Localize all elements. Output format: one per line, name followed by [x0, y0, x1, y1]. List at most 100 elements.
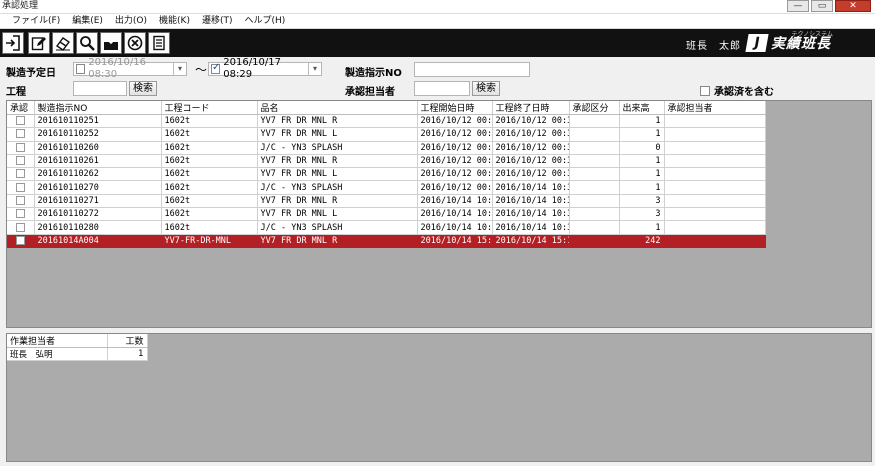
col-start-time[interactable]: 工程開始日時 — [417, 101, 493, 115]
search-button[interactable] — [76, 32, 98, 54]
cell-man-hours: 1 — [107, 347, 148, 362]
table-row[interactable]: 20161014A004 YV7-FR-DR-MNL YV7 FR DR MNL R… — [7, 234, 766, 248]
row-approve-checkbox[interactable] — [15, 156, 25, 166]
col-output[interactable]: 出来高 — [619, 101, 665, 115]
cell-start-time: 2016/10/14 10:36 — [417, 207, 493, 222]
cell-approval-type — [569, 127, 620, 142]
table-row[interactable]: 201610110262 1602t YV7 FR DR MNL L 2016/10/… — [7, 167, 766, 182]
cell-start-time: 2016/10/12 00:40 — [417, 180, 493, 195]
minimize-button[interactable]: — — [787, 0, 809, 12]
cell-order-no: 201610110280 — [34, 220, 162, 235]
date-to-checkbox[interactable] — [211, 62, 221, 74]
cell-process-code: 1602t — [161, 207, 258, 222]
cell-product-name: YV7 FR DR MNL L — [257, 207, 418, 222]
table-row[interactable]: 201610110280 1602t J/C - YN3 SPLASH 2016/10… — [7, 220, 766, 235]
cell-approve[interactable] — [7, 114, 35, 129]
cancel-button[interactable] — [124, 32, 146, 54]
cell-approve[interactable] — [7, 167, 35, 182]
maximize-button[interactable]: ▭ — [811, 0, 833, 12]
cell-approver — [664, 180, 766, 195]
exit-button[interactable] — [2, 32, 24, 54]
order-no-label: 製造指示NO — [345, 68, 402, 79]
order-no-input[interactable] — [414, 62, 530, 77]
row-approve-checkbox[interactable] — [15, 116, 25, 126]
document-button[interactable] — [148, 32, 170, 54]
cell-approve[interactable] — [7, 207, 35, 222]
include-approved-option[interactable]: 承認済を含む — [700, 83, 774, 98]
col-worker[interactable]: 作業担当者 — [7, 334, 108, 348]
cell-product-name: YV7 FR DR MNL R — [257, 154, 418, 169]
date-from-picker[interactable]: 2016/10/16 08:30 ▾ — [73, 57, 187, 80]
row-approve-checkbox[interactable] — [15, 209, 25, 219]
date-from-checkbox[interactable] — [76, 64, 86, 74]
eraser-button[interactable] — [52, 32, 74, 54]
menu-output[interactable]: 出力(O) — [109, 14, 153, 28]
approver-search-button[interactable]: 検索 — [472, 81, 500, 96]
cell-approve[interactable] — [7, 154, 35, 169]
row-approve-checkbox[interactable] — [15, 222, 25, 232]
cell-start-time: 2016/10/12 00:38 — [417, 154, 493, 169]
row-approve-checkbox[interactable] — [15, 129, 25, 139]
include-approved-checkbox[interactable] — [700, 85, 710, 96]
cell-output: 0 — [619, 141, 665, 155]
menu-help[interactable]: ヘルプ(H) — [239, 14, 292, 28]
close-window-button[interactable]: ✕ — [835, 0, 871, 12]
cell-approve[interactable] — [7, 141, 35, 155]
col-end-time[interactable]: 工程終了日時 — [492, 101, 570, 115]
cell-end-time: 2016/10/14 10:38 — [492, 194, 570, 209]
table-row[interactable]: 201610110261 1602t YV7 FR DR MNL R 2016/10/… — [7, 154, 766, 169]
col-product-name[interactable]: 品名 — [257, 101, 418, 115]
cell-approval-type — [569, 154, 620, 169]
col-approval-type[interactable]: 承認区分 — [569, 101, 620, 115]
cell-product-name: YV7 FR DR MNL R — [257, 194, 418, 209]
cell-approval-type — [569, 114, 620, 129]
col-process-code[interactable]: 工程コード — [161, 101, 258, 115]
cell-approval-type — [569, 167, 620, 182]
cell-approver — [664, 141, 766, 155]
menu-file[interactable]: ファイル(F) — [6, 14, 66, 28]
table-row[interactable]: 201610110271 1602t YV7 FR DR MNL R 2016/10/… — [7, 194, 766, 209]
process-search-button[interactable]: 検索 — [129, 81, 157, 96]
col-approver[interactable]: 承認担当者 — [664, 101, 766, 115]
row-approve-checkbox[interactable] — [15, 142, 25, 152]
cell-output: 1 — [619, 127, 665, 142]
approver-input[interactable] — [414, 81, 470, 96]
cell-process-code: 1602t — [161, 127, 258, 142]
table-row[interactable]: 201610110260 1602t J/C - YN3 SPLASH 2016/10… — [7, 141, 766, 155]
cell-approve[interactable] — [7, 127, 35, 142]
cell-approve[interactable] — [7, 194, 35, 209]
date-from-dropdown-icon[interactable]: ▾ — [173, 63, 186, 75]
cell-order-no: 201610110270 — [34, 180, 162, 195]
menu-function[interactable]: 機能(K) — [153, 14, 196, 28]
cell-product-name: J/C - YN3 SPLASH — [257, 180, 418, 195]
table-row[interactable]: 201610110252 1602t YV7 FR DR MNL L 2016/10/… — [7, 127, 766, 142]
edit-button[interactable] — [28, 32, 50, 54]
date-to-picker[interactable]: 2016/10/17 08:29 ▾ — [208, 57, 322, 80]
table-row[interactable]: 201610110251 1602t YV7 FR DR MNL R 2016/10/… — [7, 114, 766, 129]
date-to-dropdown-icon[interactable]: ▾ — [308, 63, 321, 75]
row-approve-checkbox[interactable] — [15, 235, 25, 245]
cell-output: 1 — [619, 154, 665, 169]
row-approve-checkbox[interactable] — [15, 182, 25, 192]
download-button[interactable] — [100, 32, 122, 54]
process-input[interactable] — [73, 81, 127, 96]
cell-product-name: YV7 FR DR MNL R — [257, 114, 418, 129]
cell-approve[interactable] — [7, 220, 35, 235]
col-man-hours[interactable]: 工数 — [107, 334, 148, 348]
row-approve-checkbox[interactable] — [15, 195, 25, 205]
menu-transition[interactable]: 遷移(T) — [196, 14, 239, 28]
cell-output: 3 — [619, 194, 665, 209]
cell-approve[interactable] — [7, 180, 35, 195]
col-order-no[interactable]: 製造指示NO — [34, 101, 162, 115]
table-row[interactable]: 201610110272 1602t YV7 FR DR MNL L 2016/10/… — [7, 207, 766, 222]
date-range-tilde: 〜 — [195, 63, 208, 77]
table-row[interactable]: 201610110270 1602t J/C - YN3 SPLASH 2016/10… — [7, 180, 766, 195]
cell-approve[interactable] — [7, 234, 35, 248]
cell-end-time: 2016/10/12 00:37 — [492, 127, 570, 142]
row-approve-checkbox[interactable] — [15, 169, 25, 179]
col-approve[interactable]: 承認 — [7, 101, 35, 115]
cell-order-no: 201610110251 — [34, 114, 162, 129]
menu-edit[interactable]: 編集(E) — [66, 14, 109, 28]
worker-row[interactable]: 班長 弘明 1 — [7, 347, 148, 362]
cell-start-time: 2016/10/12 00:26 — [417, 127, 493, 142]
